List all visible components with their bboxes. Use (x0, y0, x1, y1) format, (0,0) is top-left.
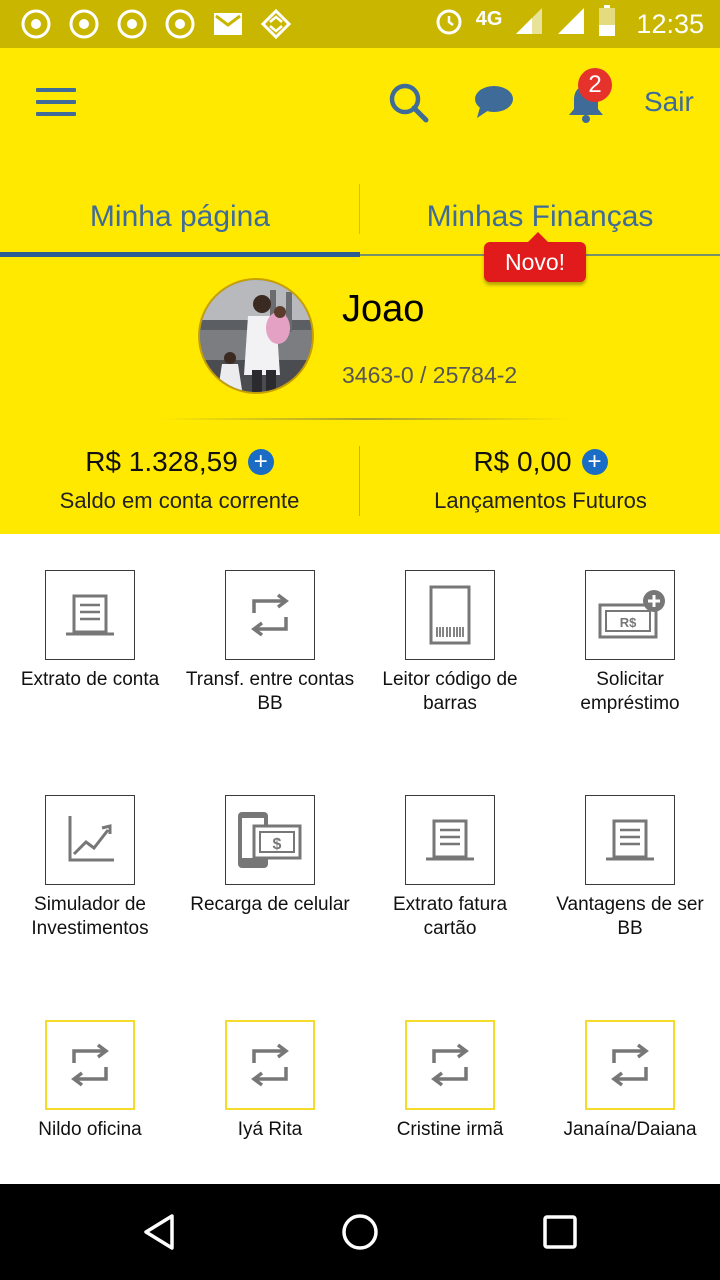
clock: 12:35 (636, 8, 704, 39)
shortcut-simulador[interactable]: Simulador de Investimentos (0, 795, 180, 941)
notification-badge: 2 (578, 68, 612, 102)
shortcut-label: Extrato de conta (20, 669, 160, 690)
chrome-icon (164, 8, 196, 40)
expand-plus-icon[interactable]: + (581, 449, 608, 475)
balance-amount: R$ 0,00 (473, 446, 572, 477)
shortcut-label: Janaína/Daiana (563, 1119, 697, 1140)
signal-icon (556, 6, 586, 43)
balance-label: Saldo em conta corrente (59, 488, 300, 513)
svg-text:$: $ (273, 836, 282, 853)
account-number: 3463-0 / 25784-2 (342, 362, 518, 388)
avatar[interactable] (198, 278, 314, 394)
shortcut-leitor-barras[interactable]: Leitor código de barras (360, 570, 540, 716)
new-badge: Novo! (484, 232, 586, 282)
status-bar: 4G 12:35 (0, 0, 720, 48)
shortcut-emprestimo[interactable]: R$ Solicitar empréstimo (540, 570, 720, 716)
recents-icon[interactable] (540, 1212, 580, 1252)
balance-future: R$ 0,00 + Lançamentos Futuros (361, 446, 720, 514)
chat-icon[interactable] (472, 80, 516, 124)
battery-icon (598, 4, 616, 44)
transfer-icon (45, 1020, 135, 1110)
shortcut-fatura-cartao[interactable]: Extrato fatura cartão (360, 795, 540, 941)
divider (160, 418, 570, 420)
balance-checking: R$ 1.328,59 + Saldo em conta corrente (0, 446, 359, 514)
shortcut-label: Nildo oficina (38, 1119, 142, 1140)
network-type: 4G (475, 7, 503, 30)
chrome-icon (116, 8, 148, 40)
balance-label: Lançamentos Futuros (434, 488, 647, 513)
shortcut-label: Solicitar empréstimo (580, 669, 680, 714)
favorite-janaina-daiana[interactable]: Janaína/Daiana (540, 1020, 720, 1142)
transfer-icon (585, 1020, 675, 1110)
chrome-icon (20, 8, 52, 40)
transfer-icon (405, 1020, 495, 1110)
favorite-nildo-oficina[interactable]: Nildo oficina (0, 1020, 180, 1142)
barcode-icon (405, 570, 495, 660)
bank-app-icon (260, 8, 292, 40)
chrome-icon (68, 8, 100, 40)
chart-icon (45, 795, 135, 885)
shortcut-label: Extrato fatura cartão (392, 894, 508, 939)
shortcut-label: Recarga de celular (190, 894, 350, 915)
statement-icon (45, 570, 135, 660)
favorite-iya-rita[interactable]: Iyá Rita (180, 1020, 360, 1142)
shortcut-label: Cristine irmã (396, 1119, 504, 1140)
balance-divider (359, 446, 360, 516)
shortcut-recarga[interactable]: $ Recarga de celular (180, 795, 360, 917)
system-nav-bar (0, 1184, 720, 1280)
shortcut-grid: Extrato de conta Transf. entre contas BB… (0, 534, 720, 1184)
expand-plus-icon[interactable]: + (247, 449, 274, 475)
loan-icon: R$ (585, 570, 675, 660)
phone-recharge-icon: $ (225, 795, 315, 885)
shortcut-label: Leitor código de barras (382, 669, 518, 714)
shortcut-label: Transf. entre contas BB (185, 669, 355, 714)
gmail-icon (212, 8, 244, 40)
shortcut-extrato-conta[interactable]: Extrato de conta (0, 570, 180, 692)
signal-icon (514, 6, 544, 43)
shortcut-label: Simulador de Investimentos (31, 894, 149, 939)
logout-button[interactable]: Sair (644, 86, 694, 118)
app-header: 2 Sair Minha página Minhas Finanças Novo… (0, 48, 720, 534)
search-icon[interactable] (386, 80, 430, 124)
shortcut-label: Iyá Rita (237, 1119, 303, 1140)
tab-minha-pagina[interactable]: Minha página (0, 178, 360, 256)
alarm-icon (434, 6, 464, 43)
home-icon[interactable] (340, 1212, 380, 1252)
back-icon[interactable] (140, 1212, 180, 1252)
favorite-cristine-irma[interactable]: Cristine irmã (360, 1020, 540, 1142)
transfer-icon (225, 1020, 315, 1110)
shortcut-vantagens[interactable]: Vantagens de ser BB (540, 795, 720, 941)
statement-icon (585, 795, 675, 885)
hamburger-menu-icon[interactable] (36, 86, 76, 118)
statement-icon (405, 795, 495, 885)
balance-amount: R$ 1.328,59 (85, 446, 238, 477)
shortcut-transf-contas[interactable]: Transf. entre contas BB (180, 570, 360, 716)
user-name: Joao (342, 288, 425, 330)
tab-bar: Minha página Minhas Finanças (0, 178, 720, 257)
tab-active-indicator (0, 252, 360, 257)
transfer-icon (225, 570, 315, 660)
svg-text:R$: R$ (620, 615, 637, 630)
shortcut-label: Vantagens de ser BB (556, 894, 704, 939)
